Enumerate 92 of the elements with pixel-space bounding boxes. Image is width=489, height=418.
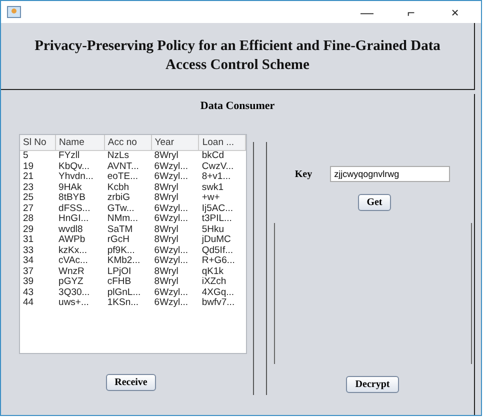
table-cell-text: 23 bbox=[22, 182, 35, 193]
table-cell-text: GTw... bbox=[106, 204, 136, 214]
table-cell-text: 28 bbox=[22, 214, 35, 224]
table-cell-text: 1KSn... bbox=[106, 298, 140, 308]
column-header[interactable]: Loan ... bbox=[198, 135, 246, 150]
table-cell-text: 8tBYB bbox=[58, 193, 86, 204]
table-cell-text: 43 bbox=[22, 288, 35, 298]
window-control[interactable]: — bbox=[347, 4, 387, 20]
table-cell-text: 44 bbox=[22, 298, 35, 308]
table-cell-text: 9HAk bbox=[58, 182, 83, 193]
table-cell-text: iXZch bbox=[200, 277, 228, 288]
window-control[interactable]: × bbox=[435, 4, 475, 20]
table-cell-text: 6Wzyl... bbox=[153, 204, 190, 214]
table-cell-text: bwfv7... bbox=[200, 298, 236, 308]
table-cell-text: R+G6... bbox=[200, 256, 236, 266]
table-cell-text: AWPb bbox=[58, 235, 86, 246]
decrypt-button[interactable]: Decrypt bbox=[346, 376, 399, 393]
table-cell-text: Kcbh bbox=[106, 182, 130, 193]
table-cell-text: Yhvdn... bbox=[58, 172, 94, 182]
table-cell-text: 6Wzyl... bbox=[153, 298, 190, 308]
table-cell-text: t3PIL... bbox=[200, 214, 233, 224]
table-cell-text: rGcH bbox=[106, 235, 131, 246]
table-cell: 5Hku bbox=[198, 224, 246, 235]
table-cell-text: WnzR bbox=[58, 266, 86, 277]
column-header[interactable]: Name bbox=[56, 135, 104, 150]
table-cell-text: 6Wzyl... bbox=[153, 214, 190, 224]
table-cell: 5 bbox=[20, 150, 56, 162]
table-cell-text: CwzV... bbox=[200, 162, 235, 172]
column-header[interactable]: Acc no bbox=[104, 135, 152, 150]
table-cell-text: 8Wryl bbox=[153, 182, 180, 193]
table-cell-text: KbQv... bbox=[58, 162, 91, 172]
table-cell-text: 6Wzyl... bbox=[153, 288, 190, 298]
table-cell-text: 6Wzyl... bbox=[153, 256, 190, 266]
table-cell-text: 6Wzyl... bbox=[153, 172, 190, 182]
table-cell-text: dFSS... bbox=[58, 204, 92, 214]
table-cell-text: AVNT... bbox=[106, 162, 140, 172]
table-cell-text: 8Wryl bbox=[153, 277, 180, 288]
table-cell-text: +w+ bbox=[200, 193, 221, 204]
get-button[interactable]: Get bbox=[358, 194, 392, 211]
table-cell-text: 8Wryl bbox=[153, 193, 180, 204]
table-cell: bkCd bbox=[198, 150, 246, 162]
table-cell: FYzll bbox=[56, 150, 104, 162]
window-control[interactable]: ⌐ bbox=[391, 4, 431, 20]
table-cell-text: 4XGq... bbox=[200, 288, 236, 298]
column-header[interactable]: Sl No bbox=[20, 135, 56, 150]
table-cell-text: Ij5AC... bbox=[200, 204, 234, 214]
table-cell-text: 8Wryl bbox=[153, 224, 180, 235]
section-title: Data Consumer bbox=[199, 99, 276, 112]
table-cell-text: 8Wryl bbox=[153, 235, 180, 246]
table-cell-text: 8+v1... bbox=[200, 172, 232, 182]
table-cell-text: qK1k bbox=[200, 266, 224, 277]
table-cell-text: 3Q30... bbox=[58, 288, 91, 298]
table-cell-text: 37 bbox=[22, 266, 35, 277]
key-field[interactable]: zjjcwyqognvlrwg bbox=[330, 166, 450, 182]
table-cell-text: swk1 bbox=[200, 182, 224, 193]
table-cell-text: plGnL... bbox=[106, 288, 142, 298]
table-cell-text: SaTM bbox=[106, 224, 134, 235]
column-header[interactable]: Year bbox=[151, 135, 199, 150]
table-cell-text: cVAc... bbox=[58, 256, 89, 266]
table-cell-text: 19 bbox=[22, 162, 35, 172]
table-cell-text: 31 bbox=[22, 235, 35, 246]
table-cell-text: 6Wzyl... bbox=[153, 246, 190, 256]
table-cell-text: LPjOI bbox=[106, 266, 132, 277]
table-cell-text: 6Wzyl... bbox=[153, 162, 190, 172]
splitter-bar[interactable] bbox=[253, 142, 267, 395]
app-title: Privacy-Preserving Policy for an Efficient and Fine-Grained Data Access Control Scheme bbox=[34, 37, 442, 75]
table-cell-text: 8Wryl bbox=[153, 266, 180, 277]
table-cell-text: KMb2... bbox=[106, 256, 142, 266]
table-cell-text: pf9K... bbox=[106, 246, 136, 256]
table-cell-text: 29 bbox=[22, 224, 35, 235]
table-cell-text: zrbiG bbox=[106, 193, 132, 204]
table-cell-text: HnGI... bbox=[58, 214, 90, 224]
receive-button[interactable]: Receive bbox=[106, 374, 156, 391]
table-cell-text: jDuMC bbox=[200, 235, 232, 246]
table-cell-text: NMm... bbox=[106, 214, 139, 224]
table-cell-text: 25 bbox=[22, 193, 35, 204]
table-cell-text: Qd5If... bbox=[200, 246, 234, 256]
table-cell-text: 27 bbox=[22, 204, 35, 214]
key-label: Key bbox=[294, 168, 312, 180]
table-cell-text: kzKx... bbox=[58, 246, 88, 256]
table-cell: NzLs bbox=[104, 150, 152, 162]
table-cell-text: 34 bbox=[22, 256, 35, 266]
table-cell-text: 21 bbox=[22, 172, 35, 182]
table-cell-text: uws+... bbox=[58, 298, 90, 308]
table-cell-text: 33 bbox=[22, 246, 35, 256]
app-icon bbox=[7, 6, 21, 18]
table-cell-text: pGYZ bbox=[58, 277, 84, 288]
table-cell: 8Wryl bbox=[151, 150, 199, 162]
table-cell-text: cFHB bbox=[106, 277, 132, 288]
table-cell-text: eoTE... bbox=[106, 172, 139, 182]
table-cell-text: wvdl8 bbox=[58, 224, 84, 235]
table-cell-text: 39 bbox=[22, 277, 35, 288]
